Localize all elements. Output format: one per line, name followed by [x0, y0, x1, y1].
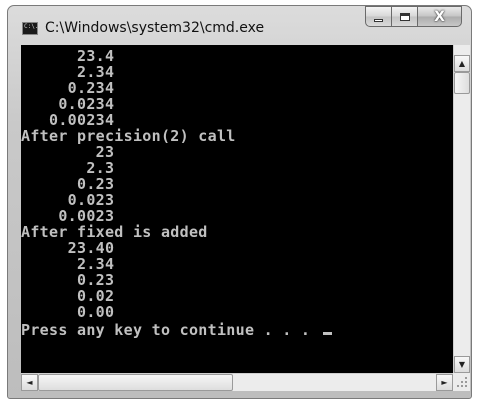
scroll-left-button[interactable]: ◄ [21, 374, 38, 391]
console-line: 23 [21, 143, 115, 161]
horizontal-scroll-thumb[interactable] [38, 374, 233, 391]
console-line: 23.40 [21, 239, 115, 257]
console-line: 0.23 [21, 271, 115, 289]
window-title: C:\Windows\system32\cmd.exe [45, 20, 265, 36]
left-arrow-icon: ◄ [26, 377, 33, 387]
vertical-scroll-thumb[interactable] [454, 72, 470, 94]
down-arrow-icon: ▼ [458, 359, 466, 369]
console-line: Press any key to continue . . . [21, 323, 332, 338]
console-output[interactable]: 23.4 2.34 0.234 0.0234 0.00234 After pre… [21, 45, 453, 373]
console-line: 0.00 [21, 303, 115, 321]
console-icon-glyph: C:\. [24, 23, 39, 30]
scroll-down-button[interactable]: ▼ [454, 356, 470, 373]
console-line: 0.023 [21, 191, 115, 209]
maximize-icon [399, 12, 410, 21]
close-button[interactable]: X [418, 6, 462, 27]
minimize-icon [374, 18, 383, 22]
console-line: After fixed is added [21, 223, 208, 241]
close-icon: X [434, 8, 445, 25]
console-line: After precision(2) call [21, 127, 236, 145]
cmd-window: C:\. C:\Windows\system32\cmd.exe X 23.4 … [7, 5, 472, 399]
console-line: 0.0234 [21, 95, 115, 113]
console-line: 0.23 [21, 175, 115, 193]
window-controls: X [365, 6, 462, 28]
up-arrow-icon: ▲ [458, 58, 466, 68]
console-line: 0.0023 [21, 207, 115, 225]
console-line: 2.34 [21, 63, 115, 81]
console-icon[interactable]: C:\. [22, 22, 38, 35]
maximize-button[interactable] [392, 6, 418, 27]
horizontal-scrollbar[interactable]: ◄ ► [21, 373, 453, 391]
console-line: 23.4 [21, 47, 115, 65]
title-bar[interactable]: C:\. C:\Windows\system32\cmd.exe X [8, 6, 471, 46]
resize-grip-icon[interactable] [453, 373, 470, 391]
console-line: 0.234 [21, 79, 115, 97]
prompt-text: Press any key to continue . . . [21, 321, 320, 339]
text-cursor [322, 332, 332, 335]
console-line: 2.3 [21, 159, 115, 177]
console-line: 2.34 [21, 255, 115, 273]
console-line: 0.00234 [21, 111, 115, 129]
scroll-right-button[interactable]: ► [436, 374, 453, 391]
right-arrow-icon: ► [441, 377, 448, 387]
vertical-scrollbar[interactable]: ▲ ▼ [453, 45, 470, 373]
minimize-button[interactable] [365, 6, 392, 27]
scroll-up-button[interactable]: ▲ [454, 55, 470, 72]
console-line: 0.02 [21, 287, 115, 305]
